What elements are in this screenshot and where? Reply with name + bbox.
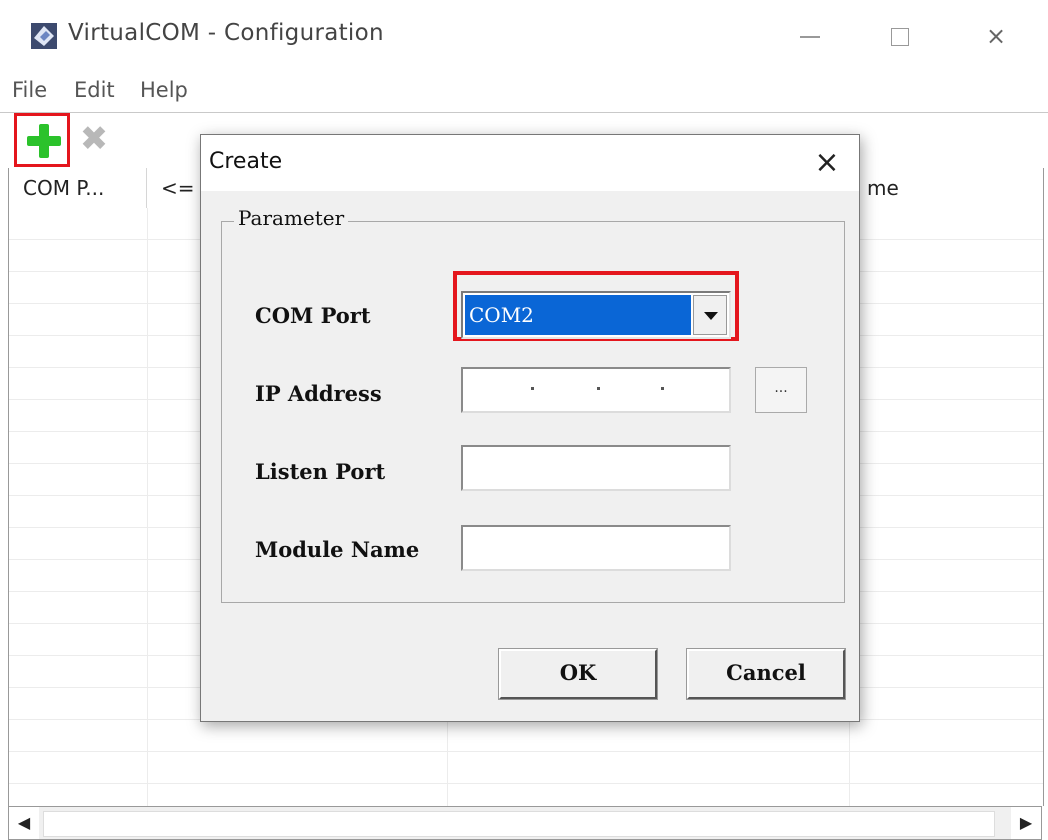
close-button[interactable]: ×: [966, 14, 1026, 58]
horizontal-scrollbar[interactable]: ◀ ▶: [8, 806, 1042, 840]
title-bar: VirtualCOM - Configuration ×: [0, 0, 1048, 68]
ok-button[interactable]: OK: [498, 648, 658, 700]
dialog-close-button[interactable]: ×: [807, 143, 847, 183]
create-dialog: Create × Parameter COM Port COM2 IP Addr…: [200, 134, 860, 722]
app-icon: [31, 23, 57, 49]
ip-separator: [597, 387, 600, 390]
close-icon: ×: [814, 145, 840, 180]
ip-separator: [531, 387, 534, 390]
x-icon: ✖: [79, 119, 109, 159]
minimize-icon: [800, 36, 820, 38]
com-port-value: COM2: [465, 295, 691, 335]
ip-address-field[interactable]: [461, 367, 731, 413]
listen-port-field[interactable]: [461, 445, 731, 491]
ip-address-label: IP Address: [255, 381, 382, 406]
delete-button[interactable]: ✖: [76, 121, 112, 157]
close-icon: ×: [985, 22, 1007, 50]
ip-separator: [661, 387, 664, 390]
com-port-select[interactable]: COM2: [461, 291, 731, 339]
arrow-left-icon: ◀: [17, 813, 31, 832]
dialog-title-bar: Create ×: [201, 135, 859, 191]
browse-ip-button[interactable]: ...: [755, 367, 807, 413]
dialog-title: Create: [209, 149, 283, 174]
menu-edit[interactable]: Edit: [74, 78, 115, 102]
menu-bar: File Edit Help: [0, 72, 1048, 112]
column-divider: [147, 208, 148, 806]
chevron-down-icon: [704, 312, 718, 320]
maximize-icon: [891, 28, 909, 46]
menu-help[interactable]: Help: [140, 78, 188, 102]
window-title: VirtualCOM - Configuration: [68, 20, 384, 46]
com-port-label: COM Port: [255, 303, 371, 328]
group-title: Parameter: [234, 206, 349, 230]
scroll-thumb[interactable]: [43, 811, 995, 837]
column-com-port[interactable]: COM P...: [9, 168, 147, 208]
module-name-field[interactable]: [461, 525, 731, 571]
add-button[interactable]: [14, 113, 70, 167]
maximize-button[interactable]: [870, 14, 930, 58]
menu-file[interactable]: File: [12, 78, 47, 102]
cancel-button[interactable]: Cancel: [686, 648, 846, 700]
listen-port-label: Listen Port: [255, 459, 386, 484]
minimize-button[interactable]: [780, 14, 840, 58]
column-name[interactable]: me: [849, 168, 1043, 208]
arrow-right-icon: ▶: [1019, 813, 1033, 832]
module-name-label: Module Name: [255, 537, 420, 562]
dropdown-button[interactable]: [693, 295, 727, 335]
scroll-right-button[interactable]: ▶: [1011, 807, 1041, 839]
scroll-left-button[interactable]: ◀: [9, 807, 39, 839]
